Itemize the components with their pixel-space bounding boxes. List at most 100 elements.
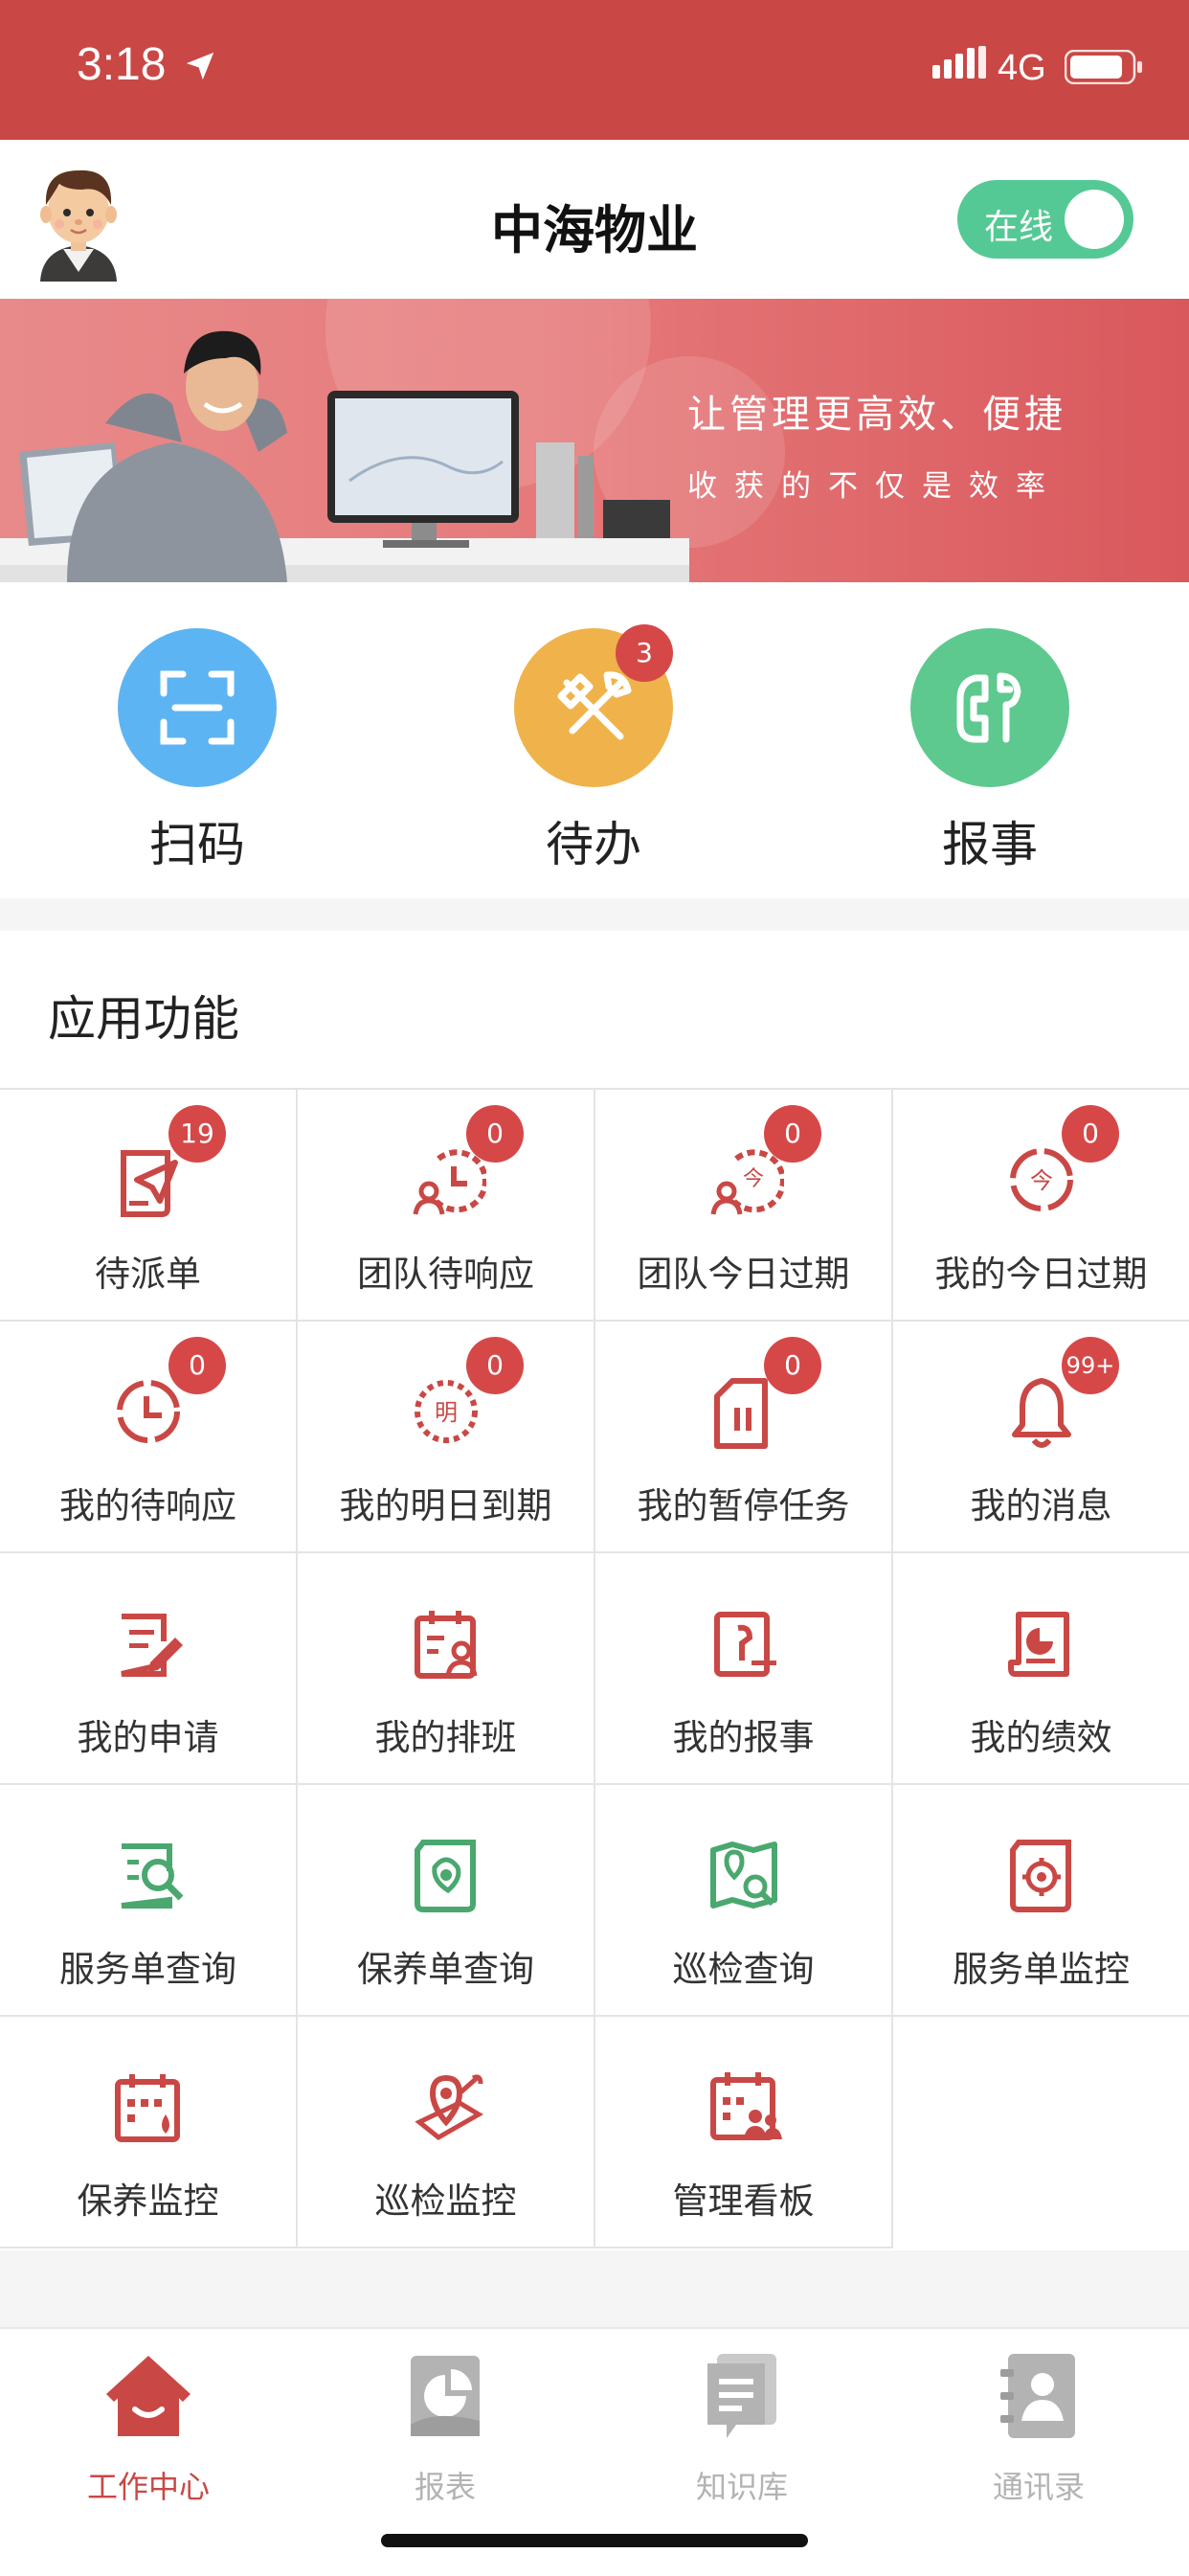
application-edit-icon [121, 1614, 183, 1677]
app-tile[interactable]: 巡检查询 [595, 1785, 893, 2017]
app-tile-label: 保养单查询 [357, 1949, 534, 1990]
svg-text:今: 今 [1030, 1167, 1053, 1194]
performance-chart-icon [1008, 1612, 1069, 1677]
knowledge-doc-icon [707, 2354, 776, 2438]
app-tile[interactable]: 99+ 我的消息 [893, 1322, 1189, 1553]
patrol-map-search-icon [710, 1842, 777, 1909]
home-icon [106, 2356, 191, 2436]
app-tile[interactable]: 服务单查询 [0, 1785, 298, 2017]
app-tile[interactable]: 0 我的暂停任务 [595, 1322, 893, 1553]
tab-label: 知识库 [695, 2469, 788, 2505]
service-search-icon [121, 1843, 184, 1909]
count-badge: 99+ [1062, 1337, 1119, 1394]
app-tile[interactable]: 管理看板 [595, 2017, 893, 2248]
maintenance-search-icon [415, 1840, 476, 1912]
svg-text:明: 明 [435, 1399, 458, 1426]
schedule-calendar-icon [415, 1611, 478, 1679]
app-tile-label: 我的暂停任务 [637, 1485, 850, 1526]
app-header: 中海物业 在线 [0, 140, 1189, 299]
tab-knowledge[interactable]: 知识库 [594, 2348, 890, 2507]
app-tile-label: 我的报事 [672, 1717, 815, 1758]
scan-button[interactable] [118, 628, 277, 787]
app-tile-label: 我的明日到期 [339, 1485, 552, 1526]
app-tile-label: 团队今日过期 [637, 1254, 850, 1295]
battery-icon [1065, 50, 1142, 84]
home-indicator [381, 2534, 808, 2547]
app-tile[interactable]: 保养单查询 [298, 1785, 595, 2017]
dashboard-team-icon [710, 2072, 782, 2140]
quick-actions: 扫码 3 待办 报事 [0, 582, 1189, 898]
quick-action-scan[interactable]: 扫码 [82, 628, 312, 875]
banner-subline: 收获的不仅是效率 [687, 469, 1063, 504]
app-tile[interactable]: 我的排班 [298, 1553, 595, 1785]
app-tile[interactable]: 0 团队待响应 [298, 1090, 595, 1322]
app-tile[interactable]: 今 0 我的今日过期 [893, 1090, 1189, 1322]
app-tile-label: 我的申请 [77, 1717, 219, 1758]
app-tile-label: 服务单查询 [59, 1949, 236, 1990]
app-tile[interactable]: 我的绩效 [893, 1553, 1189, 1785]
app-tile-label: 我的待响应 [59, 1485, 236, 1526]
tab-label: 工作中心 [86, 2469, 210, 2505]
app-tile-label: 巡检监控 [374, 2181, 517, 2222]
count-badge: 0 [764, 1105, 821, 1163]
service-monitor-icon [1010, 1840, 1071, 1912]
app-tile[interactable]: 服务单监控 [893, 1785, 1189, 2017]
app-tile[interactable]: 保养监控 [0, 2017, 298, 2248]
scan-icon [160, 670, 235, 745]
todo-button[interactable]: 3 [514, 624, 673, 787]
app-tile-label: 待派单 [95, 1254, 201, 1295]
tab-label: 报表 [414, 2469, 476, 2505]
app-tile-label: 我的今日过期 [934, 1254, 1148, 1295]
banner-headline: 让管理更高效、便捷 [687, 393, 1066, 437]
status-time: 3:18 [77, 39, 167, 90]
app-tile[interactable]: 19 待派单 [0, 1090, 298, 1322]
report-button[interactable] [910, 628, 1069, 787]
patrol-monitor-icon [415, 2074, 483, 2141]
count-badge: 0 [168, 1337, 226, 1394]
app-functions-section: 应用功能 19 待派单 0 团队待响应今 0 团队今日过期今 0 我的今日过期 0 我的待响应明 0… [0, 931, 1189, 2250]
app-tile[interactable]: 明 0 我的明日到期 [298, 1322, 595, 1553]
app-tile-label: 保养监控 [77, 2181, 219, 2222]
quick-action-label: 报事 [942, 817, 1038, 872]
banner-illustration [0, 330, 689, 582]
app-tile[interactable]: 巡检监控 [298, 2017, 595, 2248]
count-badge: 0 [764, 1337, 821, 1394]
count-badge: 0 [466, 1105, 524, 1163]
app-tile-label: 巡检查询 [672, 1949, 815, 1990]
quick-action-label: 扫码 [149, 817, 245, 872]
app-tile-label: 我的绩效 [970, 1717, 1112, 1758]
signal-icon [932, 46, 986, 79]
online-status-toggle[interactable]: 在线 [957, 180, 1133, 259]
contacts-icon [1000, 2354, 1075, 2438]
tab-contacts[interactable]: 通讯录 [890, 2348, 1187, 2507]
status-bar: 3:18 4G [0, 0, 1189, 140]
quick-action-report[interactable]: 报事 [875, 628, 1105, 875]
section-title: 应用功能 [48, 991, 239, 1047]
count-badge: 19 [168, 1105, 226, 1163]
app-tile-label: 服务单监控 [953, 1949, 1130, 1990]
wrench-icon [956, 672, 1021, 743]
app-tile-label: 我的消息 [970, 1485, 1112, 1526]
count-badge: 0 [466, 1337, 524, 1394]
tab-work-center[interactable]: 工作中心 [0, 2348, 297, 2507]
app-tile[interactable]: 我的申请 [0, 1553, 298, 1785]
app-tile-label: 管理看板 [672, 2181, 815, 2222]
app-tile-label: 团队待响应 [357, 1254, 534, 1295]
todo-badge: 3 [616, 624, 673, 682]
app-tile-label: 我的排班 [374, 1717, 517, 1758]
quick-action-todo[interactable]: 3 待办 [479, 624, 708, 875]
count-badge: 0 [1062, 1105, 1119, 1163]
report-wrench-icon [714, 1612, 776, 1677]
network-type: 4G [998, 48, 1046, 88]
online-status-label: 在线 [984, 208, 1054, 247]
toggle-knob [1065, 190, 1124, 249]
app-tile[interactable]: 我的报事 [595, 1553, 893, 1785]
promo-banner[interactable]: 让管理更高效、便捷 收获的不仅是效率 [0, 299, 1189, 582]
report-chart-icon [411, 2356, 480, 2436]
location-arrow-icon [186, 52, 214, 80]
quick-action-label: 待办 [546, 817, 641, 872]
app-tile[interactable]: 今 0 团队今日过期 [595, 1090, 893, 1322]
tab-reports[interactable]: 报表 [297, 2348, 594, 2507]
app-tile[interactable]: 0 我的待响应 [0, 1322, 298, 1553]
tab-label: 通讯录 [992, 2469, 1085, 2505]
